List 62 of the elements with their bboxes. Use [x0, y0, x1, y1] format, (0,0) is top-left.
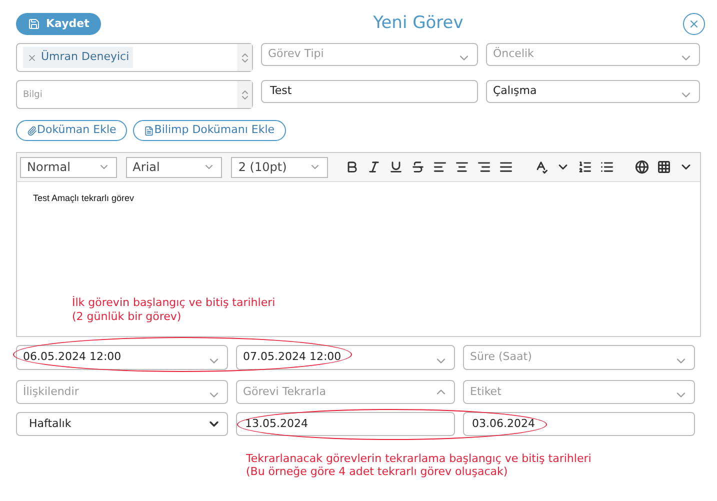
document-icon	[144, 126, 154, 136]
align-center-icon	[455, 160, 470, 174]
align-justify-icon	[499, 160, 514, 174]
field-value: 03.06.2024	[472, 416, 535, 432]
assignee-field[interactable]: Ümran Deneyici	[16, 43, 253, 72]
field-placeholder: Öncelik	[493, 46, 534, 62]
select-field[interactable]: Çalışma	[486, 80, 700, 103]
select-field[interactable]: Süre (Saat)	[463, 345, 695, 370]
dialog-title: Yeni Görev	[373, 12, 464, 36]
select-field[interactable]: Görev Tipi	[261, 43, 478, 66]
field-value: 07.05.2024 12:00	[243, 349, 342, 366]
field-placeholder: Bilgi	[23, 89, 42, 102]
repeat-toggle[interactable]: Görevi Tekrarla	[236, 380, 455, 404]
field-placeholder: Görevi Tekrarla	[243, 384, 326, 400]
text-field[interactable]: Test	[261, 80, 478, 103]
bold-icon	[345, 160, 360, 174]
annotation-text: Tekrarlanacak görevlerin tekrarlama başlangıç ve bitiş tarihleri	[246, 452, 592, 465]
field-value: 13.05.2024	[245, 416, 308, 432]
field-value: Test	[270, 83, 292, 100]
align-left-icon	[433, 160, 448, 174]
select-field[interactable]: 06.05.2024 12:00	[16, 345, 228, 370]
field-placeholder: Süre (Saat)	[470, 349, 532, 366]
save-button[interactable]: Kaydet	[16, 13, 102, 35]
underline-icon	[389, 160, 404, 174]
info-field[interactable]: Bilgi	[16, 80, 253, 109]
select-field[interactable]: 07.05.2024 12:00	[236, 345, 455, 370]
attach-button[interactable]: Bilimp Dokümanı Ekle	[133, 120, 286, 141]
italic-icon	[367, 160, 382, 174]
align-right-icon	[477, 160, 492, 174]
toolbar-select[interactable]: Normal	[20, 156, 117, 178]
field-placeholder: Görev Tipi	[268, 46, 324, 62]
select-field[interactable]: Öncelik	[486, 43, 700, 66]
attach-button[interactable]: Doküman Ekle	[16, 120, 128, 141]
bullet-list-icon	[600, 160, 614, 174]
field-value: Haftalık	[29, 416, 72, 432]
save-icon	[28, 18, 40, 30]
toolbar-select[interactable]: 2 (10pt)	[231, 156, 328, 178]
field-placeholder: Etiket	[470, 384, 502, 400]
assignee-tag[interactable]: Ümran Deneyici	[23, 47, 134, 68]
table-icon	[657, 160, 672, 174]
select-field[interactable]: Haftalık	[16, 412, 228, 436]
annotation-text: İlk görevin başlangıç ve bitiş tarihleri	[72, 296, 276, 309]
globe-icon	[635, 160, 650, 174]
close-icon	[688, 18, 700, 30]
field-value: Çalışma	[493, 83, 537, 100]
strikethrough-icon	[411, 160, 426, 174]
spellcheck-icon	[534, 160, 548, 174]
field-value: 06.05.2024 12:00	[23, 349, 122, 366]
toolbar-select[interactable]: Arial	[126, 156, 222, 178]
annotation-text: (Bu örneğe göre 4 adet tekrarlı görev oluşacak)	[246, 465, 508, 478]
field-placeholder: İlişkilendir	[23, 384, 79, 400]
remove-icon	[27, 52, 37, 62]
editor-content: Test Amaçlı tekrarlı görev	[33, 192, 136, 205]
text-editor[interactable]: Normal Arial 2 (10pt) Test Amaçlı tekrarlı görev İlk görevin başlangıç ve bitiş tarihleri (2 günlük bir görev)	[16, 152, 701, 337]
annotation-text: (2 günlük bir görev)	[72, 310, 182, 323]
select-field[interactable]: Etiket	[463, 380, 695, 404]
close-button[interactable]	[682, 13, 705, 35]
select-field[interactable]: İlişkilendir	[16, 380, 228, 404]
numbered-list-icon	[578, 160, 592, 174]
text-field[interactable]: 13.05.2024	[236, 412, 455, 436]
paperclip-icon	[27, 126, 37, 136]
text-field[interactable]: 03.06.2024	[463, 412, 695, 436]
